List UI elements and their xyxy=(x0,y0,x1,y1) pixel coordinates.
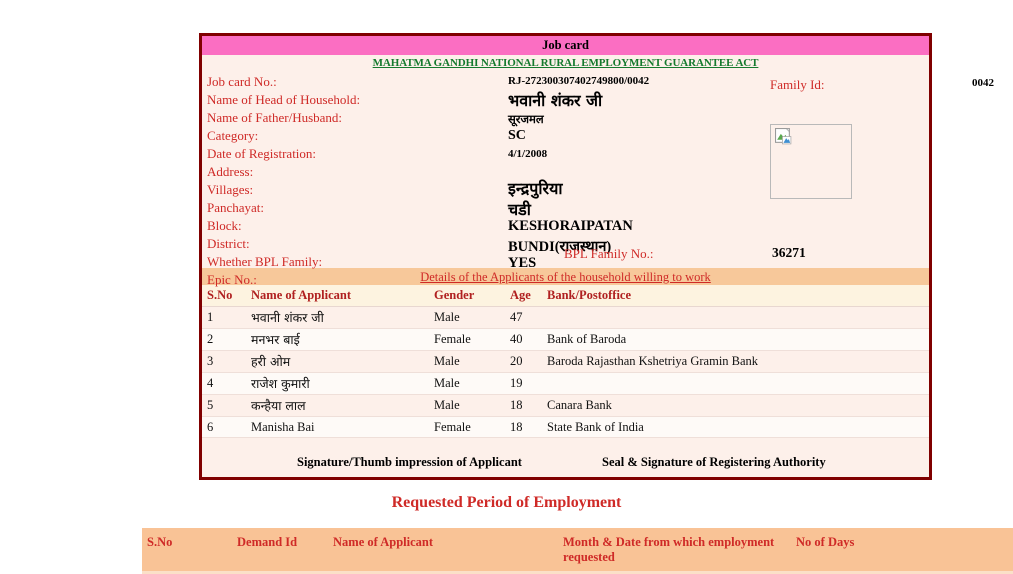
job-card-details: Job card No.: Name of Head of Household:… xyxy=(202,72,994,287)
cell-age: 40 xyxy=(510,328,547,351)
cell-age: 20 xyxy=(510,350,547,373)
cell-name: Manisha Bai xyxy=(251,416,434,438)
cell-gender: Male xyxy=(434,350,510,373)
col-req-sno: S.No xyxy=(142,528,237,571)
cell-sno: 3 xyxy=(202,350,251,373)
col-gender: Gender xyxy=(434,285,510,307)
cell-sno: 6 xyxy=(202,416,251,438)
label-family-id: Family Id: xyxy=(770,77,825,92)
value-block: KESHORAIPATAN xyxy=(508,218,633,234)
value-category: SC xyxy=(508,128,526,143)
cell-bank xyxy=(547,372,929,395)
col-name: Name of Applicant xyxy=(251,285,434,307)
value-family-id: 0042 xyxy=(972,77,994,89)
requested-period-title: Requested Period of Employment xyxy=(391,494,622,511)
col-bank: Bank/Postoffice xyxy=(547,285,929,307)
applicants-band: Details of the Applicants of the househo… xyxy=(202,268,929,285)
label-district: District: xyxy=(207,236,250,251)
label-address: Address: xyxy=(207,164,254,179)
value-father-husband: सूरजमल xyxy=(508,112,544,126)
applicants-band-link[interactable]: Details of the Applicants of the househo… xyxy=(420,270,711,284)
col-req-name: Name of Applicant xyxy=(333,528,563,571)
cell-bank: Baroda Rajasthan Kshetriya Gramin Bank xyxy=(547,350,929,373)
cell-sno: 5 xyxy=(202,394,251,417)
label-job-card-no: Job card No.: xyxy=(207,74,277,89)
col-age: Age xyxy=(510,285,547,307)
page-root: Job card MAHATMA GANDHI NATIONAL RURAL E… xyxy=(0,0,1013,574)
label-block: Block: xyxy=(207,218,242,233)
cell-name: हरी ओम xyxy=(251,350,434,373)
requested-period-section: S.No Demand Id Name of Applicant Month &… xyxy=(142,528,1013,574)
applicants-header-row: S.No Name of Applicant Gender Age Bank/P… xyxy=(202,285,929,307)
label-father-husband: Name of Father/Husband: xyxy=(207,110,343,125)
value-job-card-no: RJ-272300307402749800/0042 xyxy=(508,75,650,87)
cell-sno: 4 xyxy=(202,372,251,395)
col-demand-id: Demand Id xyxy=(237,528,333,571)
signature-row: Signature/Thumb impression of Applicant … xyxy=(202,447,929,477)
cell-age: 19 xyxy=(510,372,547,395)
label-panchayat: Panchayat: xyxy=(207,200,265,215)
value-panchayat: चडी xyxy=(508,200,531,219)
act-heading-link[interactable]: MAHATMA GANDHI NATIONAL RURAL EMPLOYMENT… xyxy=(202,55,929,72)
cell-name: कन्हैया लाल xyxy=(251,394,434,417)
value-date-registration: 4/1/2008 xyxy=(508,148,548,160)
cell-sno: 1 xyxy=(202,306,251,329)
table-row: 2 मनभर बाई Female 40 Bank of Baroda xyxy=(202,328,929,351)
photo-placeholder xyxy=(770,124,852,199)
col-sno: S.No xyxy=(202,285,251,307)
cell-name: मनभर बाई xyxy=(251,328,434,351)
cell-bank: State Bank of India xyxy=(547,416,929,438)
cell-name: भवानी शंकर जी xyxy=(251,306,434,329)
cell-age: 18 xyxy=(510,394,547,417)
requested-period-table: S.No Demand Id Name of Applicant Month &… xyxy=(142,528,1013,574)
value-head-of-household: भवानी शंकर जी xyxy=(508,91,603,110)
job-card-title: Job card xyxy=(202,36,929,55)
value-villages: इन्द्रपुरिया xyxy=(508,179,563,198)
signature-authority-label: Seal & Signature of Registering Authorit… xyxy=(602,455,826,469)
label-villages: Villages: xyxy=(207,182,254,197)
label-epic-no: Epic No.: xyxy=(207,272,257,287)
cell-bank xyxy=(547,306,929,329)
label-head-of-household: Name of Head of Household: xyxy=(207,92,361,107)
applicants-table: S.No Name of Applicant Gender Age Bank/P… xyxy=(202,285,929,438)
table-row: 5 कन्हैया लाल Male 18 Canara Bank xyxy=(202,394,929,417)
cell-gender: Female xyxy=(434,416,510,438)
table-row: 1 भवानी शंकर जी Male 47 xyxy=(202,306,929,329)
value-bpl-family-no: 36271 xyxy=(772,245,806,260)
cell-gender: Female xyxy=(434,328,510,351)
table-row: 4 राजेश कुमारी Male 19 xyxy=(202,372,929,395)
cell-gender: Male xyxy=(434,306,510,329)
cell-sno: 2 xyxy=(202,328,251,351)
signature-applicant-label: Signature/Thumb impression of Applicant xyxy=(297,455,522,469)
cell-bank: Bank of Baroda xyxy=(547,328,929,351)
cell-age: 18 xyxy=(510,416,547,438)
broken-image-icon xyxy=(775,128,792,145)
requested-header-row: S.No Demand Id Name of Applicant Month &… xyxy=(142,528,1013,571)
label-whether-bpl: Whether BPL Family: xyxy=(207,254,323,269)
col-month-date: Month & Date from which employment reque… xyxy=(563,528,796,571)
cell-gender: Male xyxy=(434,394,510,417)
label-date-registration: Date of Registration: xyxy=(207,146,317,161)
col-no-of-days: No of Days xyxy=(796,528,1013,571)
cell-gender: Male xyxy=(434,372,510,395)
job-card-panel: Job card MAHATMA GANDHI NATIONAL RURAL E… xyxy=(199,33,994,480)
cell-bank: Canara Bank xyxy=(547,394,929,417)
table-row: 3 हरी ओम Male 20 Baroda Rajasthan Kshetr… xyxy=(202,350,929,373)
label-category: Category: xyxy=(207,128,259,143)
label-bpl-family-no: BPL Family No.: xyxy=(564,246,654,261)
cell-age: 47 xyxy=(510,306,547,329)
value-whether-bpl: YES xyxy=(508,255,537,271)
cell-name: राजेश कुमारी xyxy=(251,372,434,395)
table-row: 6 Manisha Bai Female 18 State Bank of In… xyxy=(202,416,929,438)
